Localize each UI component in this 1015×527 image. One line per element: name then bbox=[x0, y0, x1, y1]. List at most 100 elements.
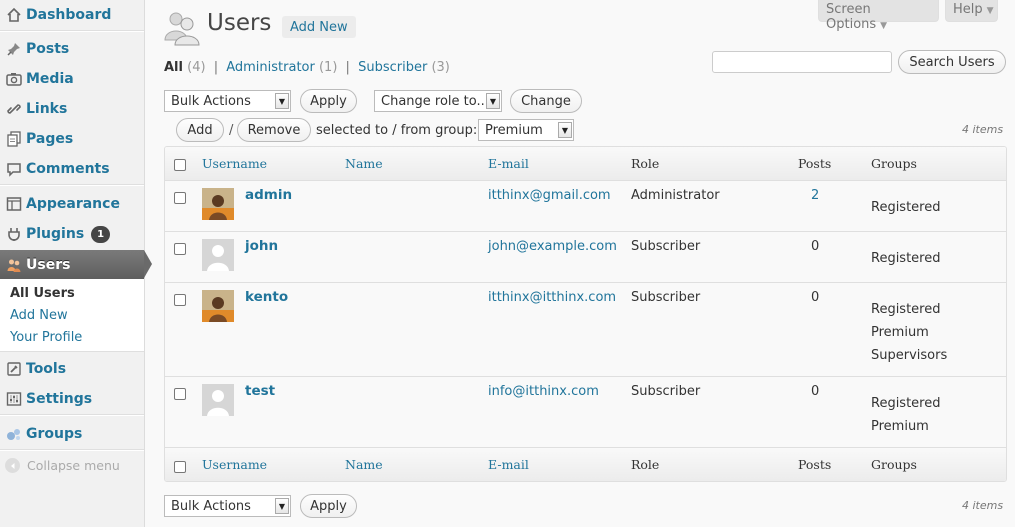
change-role-button[interactable]: Change bbox=[510, 89, 582, 113]
column-groups-footer: Groups bbox=[871, 457, 917, 472]
speech-bubble-icon bbox=[5, 160, 23, 178]
menu-settings[interactable]: Settings bbox=[0, 384, 144, 414]
menu-separator bbox=[0, 449, 144, 451]
group-name: Registered bbox=[871, 396, 941, 411]
menu-media[interactable]: Media bbox=[0, 64, 144, 94]
bulk-apply-button[interactable]: Apply bbox=[300, 89, 357, 113]
filter-administrator[interactable]: Administrator bbox=[226, 60, 315, 75]
bulk-actions-select-bottom[interactable]: Bulk Actions ▼ bbox=[164, 495, 291, 517]
column-role: Role bbox=[631, 156, 660, 171]
column-name-footer[interactable]: Name bbox=[345, 457, 383, 472]
row-checkbox[interactable] bbox=[174, 388, 186, 400]
group-add-button[interactable]: Add bbox=[176, 118, 224, 142]
user-role: Subscriber bbox=[631, 384, 701, 399]
column-username[interactable]: Username bbox=[202, 156, 267, 171]
groups-bubbles-icon bbox=[5, 425, 23, 443]
select-all-checkbox-footer[interactable] bbox=[174, 461, 186, 473]
chevron-down-icon: ▼ bbox=[275, 498, 289, 514]
user-avatar-photo bbox=[202, 188, 234, 220]
column-email[interactable]: E-mail bbox=[488, 156, 529, 171]
username-link[interactable]: john bbox=[245, 238, 278, 254]
group-slash: / bbox=[229, 123, 234, 138]
menu-users[interactable]: Users bbox=[0, 250, 152, 279]
menu-plugins[interactable]: Plugins 1 bbox=[0, 219, 144, 249]
menu-separator bbox=[0, 30, 144, 32]
search-users-button[interactable]: Search Users bbox=[898, 50, 1006, 74]
bulk-actions-value-bottom: Bulk Actions bbox=[171, 498, 251, 514]
default-avatar-icon bbox=[202, 239, 234, 271]
users-submenu: All Users Add New Your Profile bbox=[0, 279, 144, 352]
username-link[interactable]: test bbox=[245, 383, 275, 399]
group-select[interactable]: Premium ▼ bbox=[478, 119, 574, 141]
menu-groups-label: Groups bbox=[26, 426, 83, 442]
table-footer: Username Name E-mail Role Posts Groups bbox=[165, 447, 1006, 481]
username-link[interactable]: admin bbox=[245, 187, 292, 203]
help-tab[interactable]: Help ▼ bbox=[945, 0, 998, 22]
menu-pages[interactable]: Pages bbox=[0, 124, 144, 154]
bulk-apply-button-bottom[interactable]: Apply bbox=[300, 494, 357, 518]
submenu-your-profile[interactable]: Your Profile bbox=[10, 330, 82, 345]
email-link[interactable]: john@example.com bbox=[488, 239, 617, 254]
menu-comments-label: Comments bbox=[26, 161, 110, 177]
menu-posts[interactable]: Posts bbox=[0, 34, 144, 64]
email-link[interactable]: info@itthinx.com bbox=[488, 384, 599, 399]
row-checkbox[interactable] bbox=[174, 192, 186, 204]
items-count-top: 4 items bbox=[962, 123, 1004, 136]
search-users-input[interactable] bbox=[712, 51, 892, 73]
menu-separator bbox=[0, 184, 144, 186]
menu-users-label: Users bbox=[26, 256, 71, 273]
menu-groups[interactable]: Groups bbox=[0, 419, 144, 449]
menu-comments[interactable]: Comments bbox=[0, 154, 144, 184]
circle-arrow-left-icon bbox=[5, 458, 20, 473]
pages-icon bbox=[5, 130, 23, 148]
table-body: admin itthinx@gmail.com Administrator 2 Regi… bbox=[165, 181, 1006, 447]
filter-all-count: (4) bbox=[187, 60, 206, 75]
menu-tools-label: Tools bbox=[26, 361, 67, 377]
filter-subscriber[interactable]: Subscriber bbox=[358, 60, 427, 75]
group-name: Supervisors bbox=[871, 348, 948, 363]
row-checkbox[interactable] bbox=[174, 294, 186, 306]
user-role: Subscriber bbox=[631, 290, 701, 305]
filter-separator: | bbox=[213, 60, 219, 75]
pushpin-icon bbox=[5, 40, 23, 58]
menu-appearance[interactable]: Appearance bbox=[0, 189, 144, 219]
user-role: Administrator bbox=[631, 188, 720, 203]
people-icon bbox=[5, 256, 23, 274]
menu-tools[interactable]: Tools bbox=[0, 354, 144, 384]
user-groups: Registered bbox=[871, 196, 941, 219]
column-email-footer[interactable]: E-mail bbox=[488, 457, 529, 472]
username-link[interactable]: kento bbox=[245, 289, 288, 305]
row-checkbox[interactable] bbox=[174, 243, 186, 255]
change-role-value: Change role to... bbox=[381, 93, 489, 109]
group-remove-button[interactable]: Remove bbox=[237, 118, 311, 142]
filter-all[interactable]: All bbox=[164, 60, 183, 75]
group-name: Premium bbox=[871, 419, 929, 434]
post-count[interactable]: 2 bbox=[811, 188, 819, 203]
change-role-select[interactable]: Change role to... ▼ bbox=[374, 90, 502, 112]
submenu-all-users[interactable]: All Users bbox=[10, 286, 75, 301]
filter-administrator-count: (1) bbox=[318, 60, 338, 75]
column-username-footer[interactable]: Username bbox=[202, 457, 267, 472]
group-action-label: selected to / from group: bbox=[316, 123, 478, 138]
table-row: test info@itthinx.com Subscriber 0 Registere… bbox=[165, 377, 1006, 447]
camera-icon bbox=[5, 70, 23, 88]
select-all-checkbox[interactable] bbox=[174, 159, 186, 171]
chevron-down-icon: ▼ bbox=[275, 93, 289, 109]
bulk-actions-select[interactable]: Bulk Actions ▼ bbox=[164, 90, 291, 112]
menu-dashboard[interactable]: Dashboard bbox=[0, 0, 144, 30]
window-layout-icon bbox=[5, 195, 23, 213]
group-select-value: Premium bbox=[485, 122, 543, 138]
items-count-bottom: 4 items bbox=[962, 499, 1004, 512]
email-link[interactable]: itthinx@itthinx.com bbox=[488, 290, 616, 305]
sliders-icon bbox=[5, 390, 23, 408]
collapse-menu-button[interactable]: Collapse menu bbox=[5, 458, 120, 473]
email-link[interactable]: itthinx@gmail.com bbox=[488, 188, 611, 203]
menu-links-label: Links bbox=[26, 101, 68, 117]
add-new-user-button[interactable]: Add New bbox=[282, 16, 356, 38]
column-name[interactable]: Name bbox=[345, 156, 383, 171]
submenu-add-new[interactable]: Add New bbox=[10, 308, 68, 323]
group-name: Premium bbox=[871, 325, 929, 340]
screen-options-tab[interactable]: Screen Options ▼ bbox=[818, 0, 939, 32]
plugins-update-badge: 1 bbox=[91, 225, 111, 243]
menu-links[interactable]: Links bbox=[0, 94, 144, 124]
